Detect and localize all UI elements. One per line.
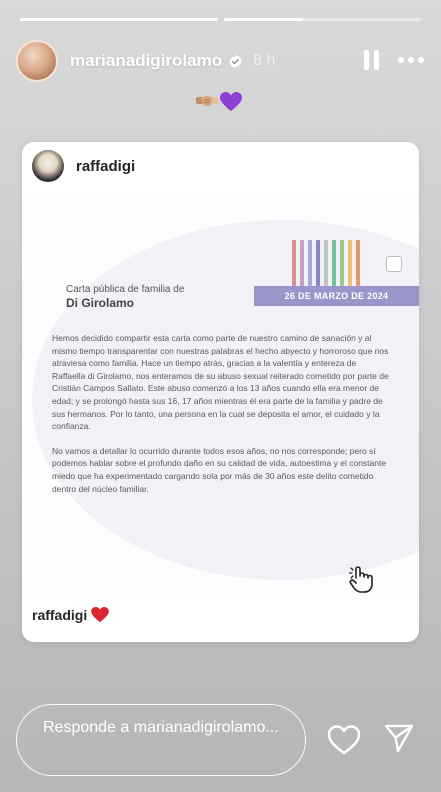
emoji-sticker <box>196 92 242 112</box>
pointing-hand-icon <box>348 566 373 593</box>
stripe <box>316 240 320 286</box>
more-options-icon[interactable] <box>395 50 427 70</box>
rainbow-stripes-top <box>292 240 362 286</box>
stripe <box>324 240 328 286</box>
stripe <box>348 240 352 286</box>
letter-body: Hemos decidido compartir esta carta como… <box>52 332 392 507</box>
story-username[interactable]: marianadigirolamo <box>70 51 222 71</box>
heart-icon[interactable] <box>327 724 361 756</box>
letter-checkbox[interactable] <box>386 256 402 272</box>
post-author-username[interactable]: raffadigi <box>76 158 135 175</box>
letter-subtitle: Carta pública de familia de <box>66 284 185 295</box>
letter-paragraph-2: No vamos a detallar lo ocurrido durante … <box>52 445 387 494</box>
letter-title: Di Girolamo <box>66 296 135 310</box>
progress-segment-1 <box>20 18 218 21</box>
post-time: 8 h <box>253 52 276 69</box>
stripe <box>356 240 360 286</box>
story-header: marianadigirolamo 8 h <box>16 40 427 82</box>
stripe <box>292 240 296 286</box>
purple-heart-emoji-icon <box>220 92 242 111</box>
stripe <box>340 240 344 286</box>
send-icon[interactable] <box>383 722 415 754</box>
letter-date: 26 DE MARZO DE 2024 <box>254 286 419 306</box>
letter-image: 26 DE MARZO DE 2024 Carta pública de fam… <box>22 190 419 600</box>
caption-username[interactable]: raffadigi <box>32 607 87 623</box>
post-author-avatar[interactable] <box>32 150 64 182</box>
stripe <box>308 240 312 286</box>
red-heart-emoji-icon <box>91 607 110 623</box>
reply-input[interactable]: Responde a marianadigirolamo... <box>16 704 306 776</box>
post-header: raffadigi <box>32 150 135 182</box>
progress-segment-2 <box>223 18 421 21</box>
verified-badge-icon <box>229 54 242 68</box>
shared-post-card[interactable]: raffadigi 26 DE MARZO DE 2024 Carta públ… <box>22 142 419 642</box>
post-caption: raffadigi <box>32 607 110 623</box>
avatar[interactable] <box>16 40 58 82</box>
handshake-emoji-icon <box>196 96 218 106</box>
story-progress <box>20 18 421 21</box>
stripe <box>300 240 304 286</box>
stripe <box>332 240 336 286</box>
letter-paragraph-1: Hemos decidido compartir esta carta como… <box>52 333 389 432</box>
pause-icon[interactable] <box>364 50 379 70</box>
